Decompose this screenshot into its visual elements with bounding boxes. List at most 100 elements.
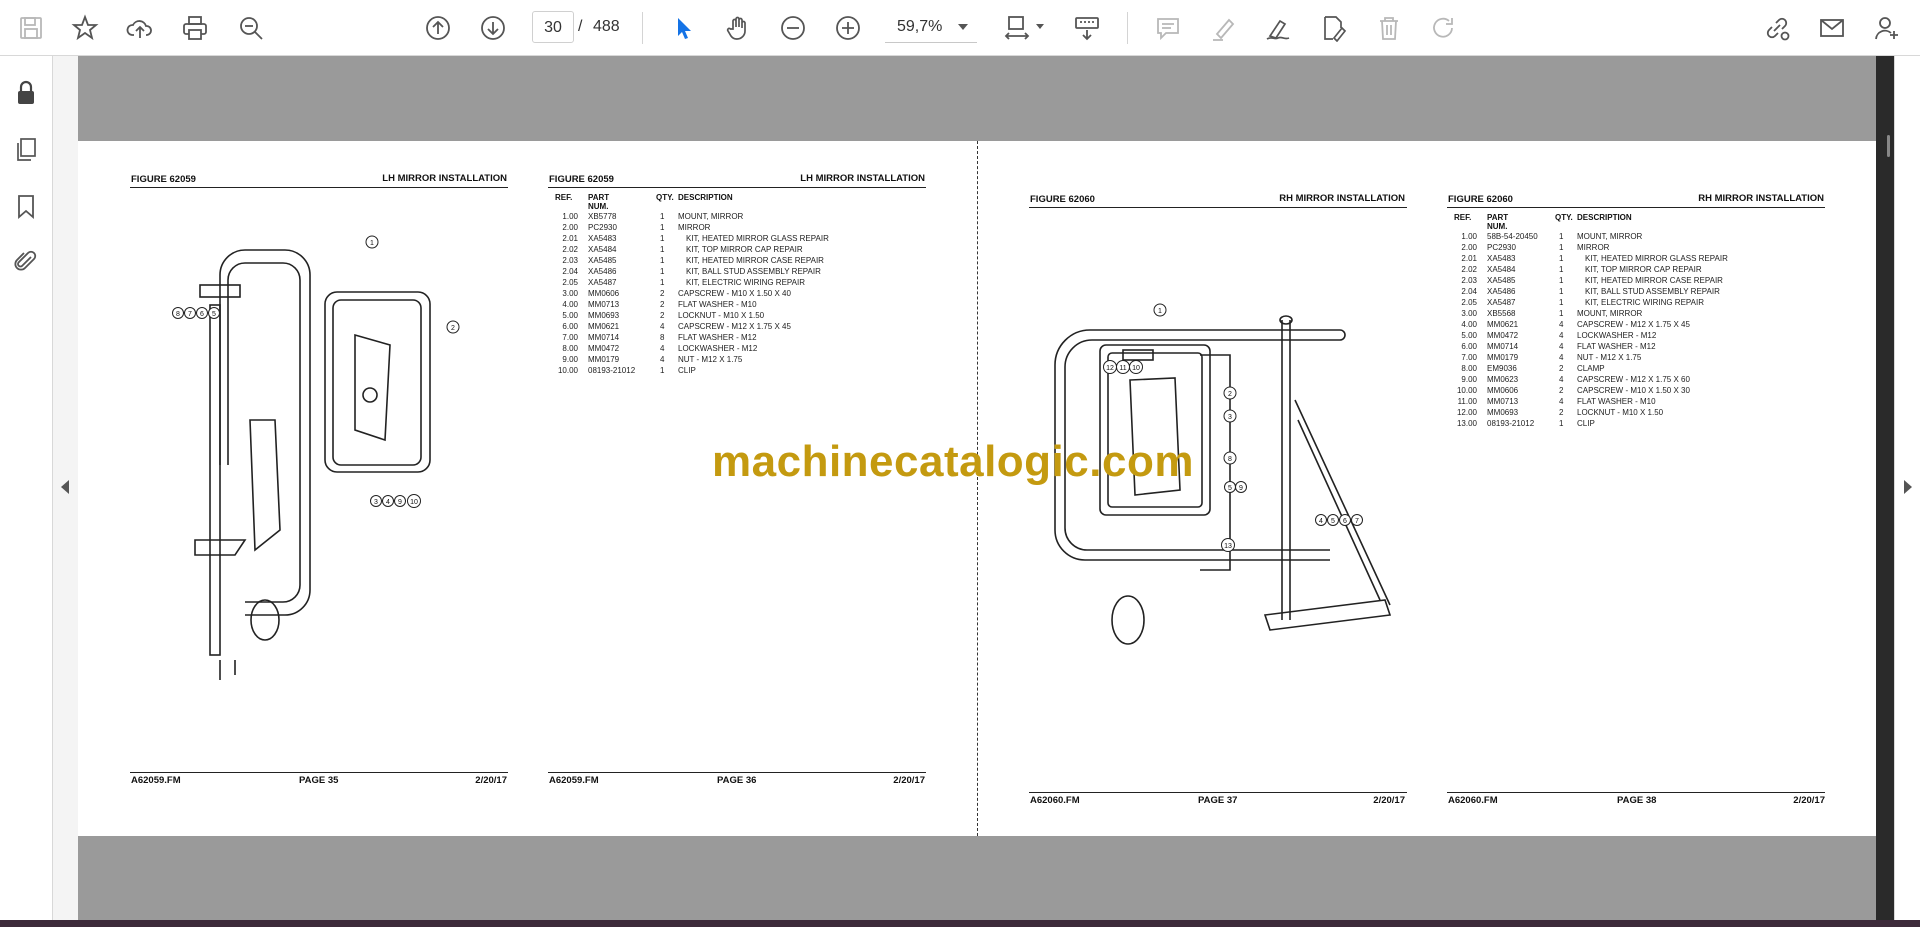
svg-text:13: 13 xyxy=(1224,543,1232,550)
column-header: QTY. xyxy=(656,193,674,202)
part-number-cell: MM0713 xyxy=(1487,397,1519,406)
figure-title: RH MIRROR INSTALLATION xyxy=(1698,193,1824,204)
qty-cell: 1 xyxy=(660,212,665,221)
ref-cell: 1.00 xyxy=(562,212,578,221)
figure-title: LH MIRROR INSTALLATION xyxy=(382,173,507,184)
page-number-input[interactable]: 30 xyxy=(532,11,574,43)
save-icon[interactable] xyxy=(14,11,48,45)
sign-icon[interactable] xyxy=(1261,11,1295,45)
qty-cell: 1 xyxy=(660,223,665,232)
description-cell: NUT - M12 X 1.75 xyxy=(1577,353,1642,362)
description-cell: LOCKWASHER - M12 xyxy=(678,344,758,353)
description-cell: KIT, ELECTRIC WIRING REPAIR xyxy=(686,278,805,287)
email-icon[interactable] xyxy=(1815,11,1849,45)
footer-rule xyxy=(548,772,926,773)
footer-date: 2/20/17 xyxy=(1793,795,1825,806)
main-toolbar: 30 / 488 59,7% xyxy=(0,0,1920,56)
part-number-cell: 08193-21012 xyxy=(588,366,636,375)
ref-cell: 8.00 xyxy=(562,344,578,353)
figure-number: FIGURE 62060 xyxy=(1448,194,1513,205)
page-up-icon[interactable] xyxy=(421,11,455,45)
highlight-icon[interactable] xyxy=(1206,11,1240,45)
header-rule xyxy=(1029,207,1407,208)
bookmark-star-icon[interactable] xyxy=(68,11,102,45)
part-number-cell: XB5568 xyxy=(1487,309,1516,318)
navigation-sidebar xyxy=(0,56,53,920)
right-arrow-icon[interactable] xyxy=(1904,480,1912,494)
chevron-down-icon[interactable] xyxy=(958,24,968,30)
select-cursor-icon[interactable] xyxy=(666,11,700,45)
footer-page-number: PAGE 35 xyxy=(299,775,339,786)
description-cell: KIT, BALL STUD ASSEMBLY REPAIR xyxy=(1585,287,1720,296)
part-number-cell: XA5483 xyxy=(588,234,617,243)
description-cell: CAPSCREW - M12 X 1.75 X 45 xyxy=(678,322,791,331)
column-header: DESCRIPTION xyxy=(1577,213,1632,222)
description-cell: KIT, HEATED MIRROR CASE REPAIR xyxy=(1585,276,1723,285)
svg-text:8: 8 xyxy=(1228,456,1232,463)
ref-cell: 1.00 xyxy=(1461,232,1477,241)
lock-icon[interactable] xyxy=(11,78,41,108)
qty-cell: 4 xyxy=(1559,397,1564,406)
fit-page-icon[interactable] xyxy=(1000,11,1034,45)
part-number-cell: XA5485 xyxy=(1487,276,1516,285)
figure-number: FIGURE 62059 xyxy=(131,174,196,185)
share-link-icon[interactable] xyxy=(1760,11,1794,45)
ref-cell: 4.00 xyxy=(562,300,578,309)
description-cell: KIT, HEATED MIRROR CASE REPAIR xyxy=(686,256,824,265)
hand-pan-icon[interactable] xyxy=(721,11,755,45)
svg-text:8: 8 xyxy=(176,311,180,318)
footer-page-number: PAGE 36 xyxy=(717,775,757,786)
ref-cell: 2.04 xyxy=(1461,287,1477,296)
description-cell: LOCKNUT - M10 X 1.50 xyxy=(678,311,765,320)
pages-icon[interactable] xyxy=(11,134,41,164)
ref-cell: 10.00 xyxy=(1456,386,1477,395)
svg-text:7: 7 xyxy=(188,311,192,318)
attachment-icon[interactable] xyxy=(11,246,41,276)
ref-cell: 12.00 xyxy=(1456,408,1477,417)
scroll-mode-icon[interactable] xyxy=(1070,11,1104,45)
svg-text:4: 4 xyxy=(386,499,390,506)
cloud-upload-icon[interactable] xyxy=(123,11,157,45)
part-number-cell: MM0693 xyxy=(588,311,620,320)
ref-cell: 2.05 xyxy=(1461,298,1477,307)
zoom-out-icon[interactable] xyxy=(776,11,810,45)
svg-text:5: 5 xyxy=(1228,485,1232,492)
description-cell: MOUNT, MIRROR xyxy=(678,212,744,221)
delete-icon[interactable] xyxy=(1372,11,1406,45)
description-cell: FLAT WASHER - M10 xyxy=(678,300,757,309)
svg-text:3: 3 xyxy=(374,499,378,506)
part-number-cell: MM0179 xyxy=(1487,353,1519,362)
ref-cell: 2.02 xyxy=(1461,265,1477,274)
footer-filename: A62059.FM xyxy=(131,775,181,786)
qty-cell: 4 xyxy=(660,355,665,364)
part-number-cell: MM0621 xyxy=(1487,320,1519,329)
chevron-down-icon[interactable] xyxy=(1036,24,1044,29)
zoom-in-icon[interactable] xyxy=(831,11,865,45)
comment-icon[interactable] xyxy=(1151,11,1185,45)
qty-cell: 2 xyxy=(1559,408,1564,417)
left-arrow-icon[interactable] xyxy=(61,480,69,494)
vertical-scrollbar[interactable] xyxy=(1887,135,1890,157)
edit-pdf-icon[interactable] xyxy=(1316,11,1350,45)
ref-cell: 13.00 xyxy=(1456,419,1477,428)
page-down-icon[interactable] xyxy=(476,11,510,45)
svg-text:3: 3 xyxy=(1228,414,1232,421)
redo-icon[interactable] xyxy=(1427,11,1461,45)
ref-cell: 7.00 xyxy=(562,333,578,342)
part-number-cell: MM0714 xyxy=(1487,342,1519,351)
part-number-cell: MM0179 xyxy=(588,355,620,364)
ref-cell: 3.00 xyxy=(562,289,578,298)
bookmark-icon[interactable] xyxy=(11,191,41,221)
zoom-search-icon[interactable] xyxy=(234,11,268,45)
ref-cell: 2.00 xyxy=(1461,243,1477,252)
print-icon[interactable] xyxy=(178,11,212,45)
page-total: 488 xyxy=(593,18,620,35)
callout-bubbles: 1 2 8 7 6 5 3 4 9 10 xyxy=(172,235,460,508)
part-number-cell: MM0623 xyxy=(1487,375,1519,384)
figure-number: FIGURE 62060 xyxy=(1030,194,1095,205)
part-number-cell: XA5483 xyxy=(1487,254,1516,263)
account-icon[interactable] xyxy=(1870,11,1904,45)
ref-cell: 10.00 xyxy=(557,366,578,375)
column-header: QTY. xyxy=(1555,213,1573,222)
column-header: REF. xyxy=(555,193,573,202)
